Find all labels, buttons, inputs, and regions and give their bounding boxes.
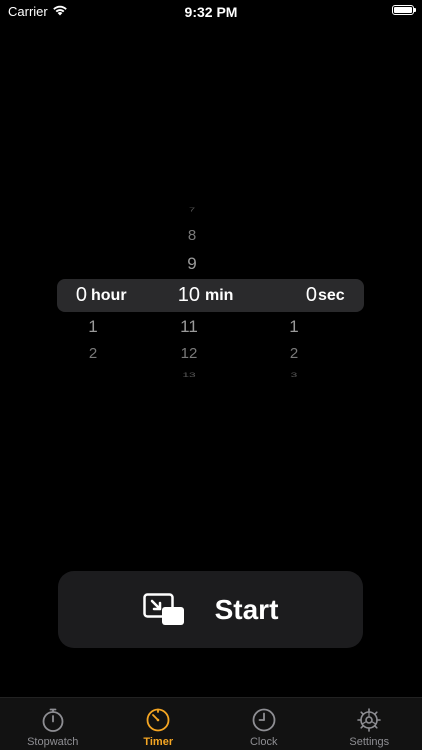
stopwatch-icon — [42, 708, 64, 732]
tab-stopwatch-label: Stopwatch — [27, 736, 79, 748]
minute-wheel[interactable]: 7 8 9 10 min 11 12 13 — [157, 200, 257, 390]
min-option-above-1[interactable]: 9 — [172, 254, 212, 274]
hour-unit-label: hour — [91, 287, 127, 304]
min-option-above-2[interactable]: 8 — [172, 227, 212, 244]
hour-option-below-2[interactable]: 2 — [73, 345, 113, 362]
min-option-above-3[interactable]: 7 — [172, 207, 212, 213]
hour-selected-value: 0 — [75, 284, 87, 306]
sec-option-below-2[interactable]: 2 — [274, 345, 314, 362]
sec-option-below-3[interactable]: 3 — [274, 372, 314, 379]
battery-icon — [392, 5, 416, 15]
hour-option-below-1[interactable]: 1 — [73, 317, 113, 337]
min-option-below-3[interactable]: 13 — [169, 372, 209, 379]
status-time: 9:32 PM — [184, 4, 238, 20]
tab-settings[interactable]: Settings — [317, 698, 422, 750]
min-option-below-1[interactable]: 11 — [169, 317, 209, 337]
min-option-below-2[interactable]: 12 — [169, 345, 209, 362]
sec-selected-value: 0 — [305, 284, 317, 306]
status-bar: Carrier 9:32 PM — [0, 0, 422, 22]
timer-picker[interactable]: 0 hour 1 2 7 8 9 10 min 11 12 13 0 sec 1… — [57, 200, 364, 390]
start-button-label: Start — [214, 593, 279, 625]
picture-in-picture-icon — [142, 592, 184, 625]
min-selected-value: 10 — [177, 284, 200, 306]
clock-icon — [252, 708, 276, 732]
start-button[interactable]: Start — [58, 571, 363, 648]
tab-settings-label: Settings — [349, 736, 390, 748]
tab-clock-label: Clock — [249, 736, 278, 748]
tab-clock[interactable]: Clock — [211, 698, 317, 750]
tab-bar: Stopwatch Timer Clock Settings — [0, 697, 422, 750]
gear-icon — [357, 708, 382, 732]
timer-icon — [146, 708, 170, 732]
tab-timer[interactable]: Timer — [106, 698, 212, 750]
hour-wheel[interactable]: 0 hour 1 2 — [57, 200, 157, 390]
sec-option-below-1[interactable]: 1 — [274, 317, 314, 337]
sec-unit-label: sec — [318, 287, 345, 304]
tab-timer-label: Timer — [143, 736, 174, 748]
min-unit-label: min — [205, 287, 234, 304]
tab-stopwatch[interactable]: Stopwatch — [0, 698, 106, 750]
second-wheel[interactable]: 0 sec 1 2 3 — [267, 200, 367, 390]
